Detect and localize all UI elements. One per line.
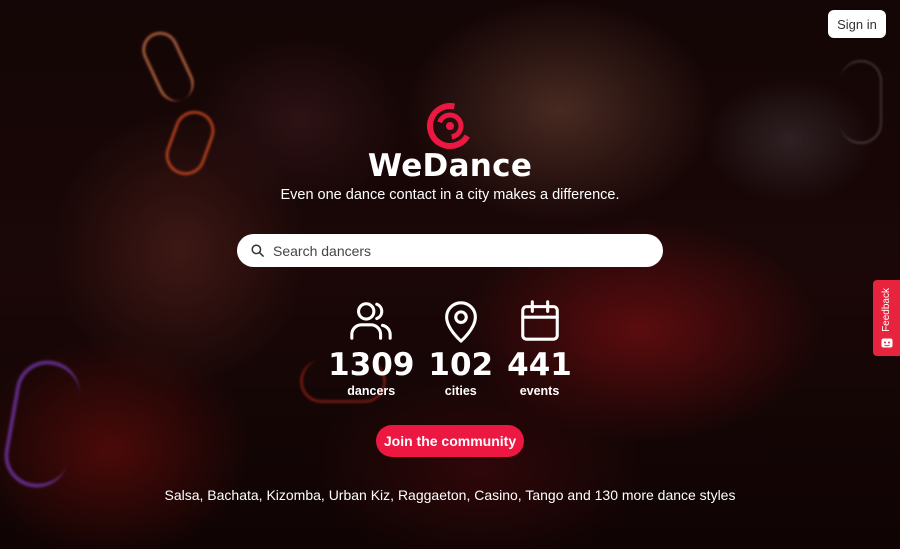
search-bar[interactable] [237, 233, 663, 268]
stat-value: 1309 [328, 347, 415, 383]
sign-in-button[interactable]: Sign in [828, 10, 886, 38]
search-icon [251, 244, 264, 257]
stats-row: 1309 dancers 102 cities 441 events [0, 298, 900, 398]
stat-value: 102 [428, 347, 494, 383]
stat-label: events [519, 384, 560, 398]
stat-label: dancers [347, 384, 396, 398]
feedback-tab[interactable]: Feedback [873, 280, 900, 356]
tagline: Even one dance contact in a city makes a… [280, 187, 620, 203]
dance-styles-text: Salsa, Bachata, Kizomba, Urban Kiz, Ragg… [164, 487, 736, 503]
join-community-button[interactable]: Join the community [376, 425, 524, 457]
feedback-icon [881, 338, 892, 348]
hero-overlay [0, 0, 900, 549]
hero-background-photo [0, 0, 900, 549]
stat-events[interactable]: 441 events [507, 298, 572, 398]
brand-name[interactable]: WeDance [0, 148, 900, 184]
stat-cities[interactable]: 102 cities [428, 298, 493, 398]
stat-dancers[interactable]: 1309 dancers [328, 298, 414, 398]
calendar-icon [520, 300, 559, 341]
users-icon [350, 302, 392, 340]
wedance-logo-icon[interactable] [426, 102, 474, 150]
stat-label: cities [444, 384, 477, 398]
feedback-label: Feedback [881, 288, 892, 332]
stat-value: 441 [507, 347, 572, 383]
map-pin-icon [444, 301, 477, 343]
search-input[interactable] [271, 233, 663, 268]
